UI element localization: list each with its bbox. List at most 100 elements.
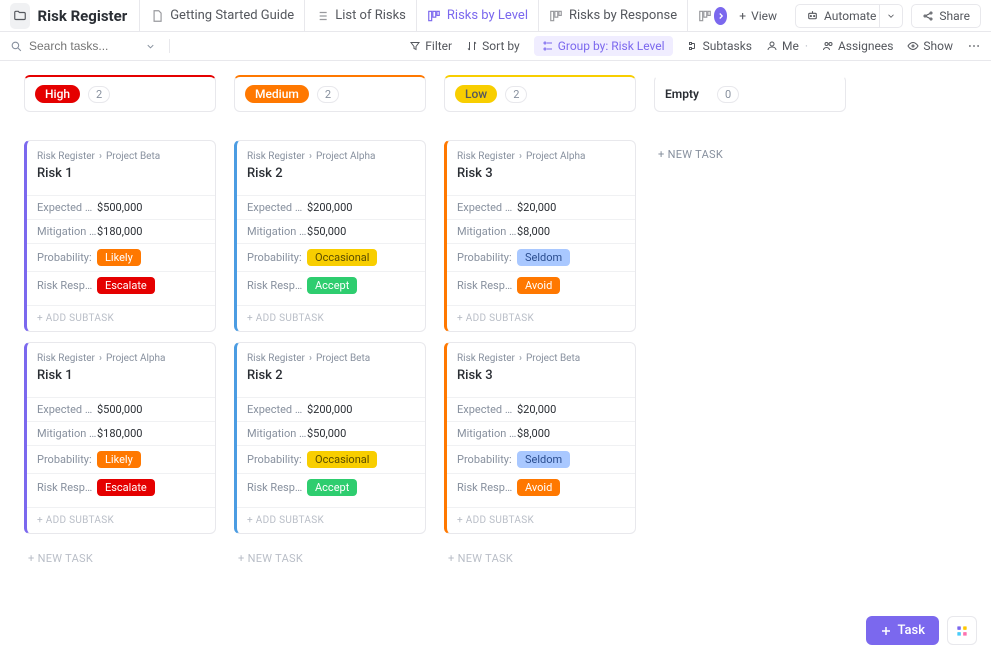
- field-value-cost: $20,000: [517, 403, 556, 416]
- new-task-fab[interactable]: Task: [866, 616, 939, 645]
- automate-dropdown[interactable]: [879, 4, 903, 28]
- tab-risks-by-response[interactable]: Risks by Response: [538, 0, 687, 32]
- more-button[interactable]: [967, 39, 981, 53]
- add-subtask-button[interactable]: + ADD SUBTASK: [237, 305, 425, 331]
- page-title: Risk Register: [38, 7, 128, 25]
- task-card[interactable]: Risk Register›Project Beta Risk 2 Expect…: [234, 342, 426, 534]
- field-value-mitigation: $50,000: [307, 427, 346, 440]
- task-card[interactable]: Risk Register›Project Alpha Risk 2 Expec…: [234, 140, 426, 332]
- field-value-mitigation: $180,000: [97, 225, 142, 238]
- field-label-mitigation: Mitigation …: [247, 427, 307, 440]
- field-label-response: Risk Respo…: [37, 279, 97, 292]
- sort-icon: [466, 40, 478, 52]
- board-icon: [427, 9, 441, 23]
- response-tag: Accept: [307, 479, 357, 496]
- field-label-response: Risk Respo…: [457, 481, 517, 494]
- search-input[interactable]: [29, 39, 139, 53]
- label: Me: [782, 39, 799, 53]
- probability-tag: Likely: [97, 451, 141, 468]
- add-subtask-button[interactable]: + ADD SUBTASK: [27, 305, 215, 331]
- new-task-button[interactable]: + NEW TASK: [24, 544, 216, 573]
- tab-label: Risks by Response: [569, 8, 677, 23]
- show-button[interactable]: Show: [907, 39, 953, 53]
- add-view-button[interactable]: +View: [729, 5, 787, 27]
- field-label-cost: Expected C…: [457, 403, 517, 416]
- search-icon: [10, 40, 23, 53]
- tab-risks-by-level[interactable]: Risks by Level: [416, 0, 538, 32]
- column-header-medium[interactable]: Medium 2: [234, 75, 426, 112]
- chevron-down-icon: [145, 41, 156, 52]
- column-high: High 2 Risk Register›Project Beta Risk 1…: [24, 75, 216, 573]
- tabs-scroll-right[interactable]: [714, 7, 728, 25]
- sort-button[interactable]: Sort by: [466, 39, 520, 53]
- column-count: 2: [88, 86, 110, 103]
- group-by-chip[interactable]: Group by: Risk Level: [534, 36, 673, 56]
- filter-button[interactable]: Filter: [409, 39, 452, 53]
- tab-risks-by-status[interactable]: Risks by Status: [687, 0, 716, 32]
- task-title: Risk 3: [457, 368, 625, 383]
- label: Sort by: [482, 39, 520, 53]
- probability-tag: Likely: [97, 249, 141, 266]
- field-value-cost: $200,000: [307, 201, 352, 214]
- column-medium: Medium 2 Risk Register›Project Alpha Ris…: [234, 75, 426, 573]
- me-button[interactable]: Me·: [766, 39, 808, 53]
- field-value-mitigation: $8,000: [517, 225, 550, 238]
- column-header-high[interactable]: High 2: [24, 75, 216, 112]
- apps-fab[interactable]: [947, 616, 977, 645]
- field-label-probability: Probability:: [457, 453, 517, 466]
- field-label-response: Risk Respo…: [247, 481, 307, 494]
- task-card[interactable]: Risk Register›Project Alpha Risk 1 Expec…: [24, 342, 216, 534]
- tab-getting-started[interactable]: Getting Started Guide: [139, 0, 304, 32]
- new-task-button[interactable]: + NEW TASK: [444, 544, 636, 573]
- field-label-probability: Probability:: [247, 453, 307, 466]
- new-task-button[interactable]: + NEW TASK: [234, 544, 426, 573]
- task-title: Risk 3: [457, 166, 625, 181]
- column-header-low[interactable]: Low 2: [444, 75, 636, 112]
- search-wrap[interactable]: [10, 39, 170, 53]
- field-label-probability: Probability:: [37, 453, 97, 466]
- field-label-response: Risk Respo…: [37, 481, 97, 494]
- task-title: Risk 1: [37, 368, 205, 383]
- plus-icon: +: [739, 9, 746, 23]
- response-tag: Avoid: [517, 277, 560, 294]
- task-card[interactable]: Risk Register›Project Beta Risk 1 Expect…: [24, 140, 216, 332]
- tab-list-of-risks[interactable]: List of Risks: [304, 0, 416, 32]
- share-button[interactable]: Share: [911, 4, 981, 28]
- folder-icon-button[interactable]: [10, 3, 30, 29]
- dots-icon: [967, 39, 981, 53]
- probability-tag: Seldom: [517, 249, 570, 266]
- breadcrumb: Risk Register›Project Beta: [457, 353, 625, 364]
- add-subtask-button[interactable]: + ADD SUBTASK: [27, 507, 215, 533]
- add-subtask-button[interactable]: + ADD SUBTASK: [447, 305, 635, 331]
- subtasks-button[interactable]: Subtasks: [687, 39, 752, 53]
- board-icon: [549, 9, 563, 23]
- folder-icon: [13, 9, 27, 23]
- add-subtask-button[interactable]: + ADD SUBTASK: [447, 507, 635, 533]
- column-empty: Empty 0 + NEW TASK: [654, 75, 846, 169]
- chevron-down-icon: [886, 11, 896, 21]
- task-title: Risk 2: [247, 166, 415, 181]
- filter-icon: [409, 40, 421, 52]
- field-label-cost: Expected C…: [457, 201, 517, 214]
- new-task-button[interactable]: + NEW TASK: [654, 140, 846, 169]
- view-toolbar: Filter Sort by Group by: Risk Level Subt…: [0, 32, 991, 61]
- tab-label: Getting Started Guide: [170, 8, 294, 23]
- task-card[interactable]: Risk Register›Project Beta Risk 3 Expect…: [444, 342, 636, 534]
- field-label-probability: Probability:: [457, 251, 517, 264]
- response-tag: Escalate: [97, 479, 155, 496]
- probability-tag: Seldom: [517, 451, 570, 468]
- task-title: Risk 2: [247, 368, 415, 383]
- field-label-mitigation: Mitigation …: [247, 225, 307, 238]
- task-card[interactable]: Risk Register›Project Alpha Risk 3 Expec…: [444, 140, 636, 332]
- assignees-button[interactable]: Assignees: [822, 39, 893, 53]
- tab-label: List of Risks: [335, 8, 406, 23]
- field-value-mitigation: $8,000: [517, 427, 550, 440]
- add-subtask-button[interactable]: + ADD SUBTASK: [237, 507, 425, 533]
- automate-button[interactable]: Automate: [795, 4, 887, 28]
- label: Assignees: [838, 39, 893, 53]
- column-header-empty[interactable]: Empty 0: [654, 75, 846, 112]
- response-tag: Escalate: [97, 277, 155, 294]
- fab-container: Task: [866, 616, 977, 645]
- list-icon: [315, 9, 329, 23]
- view-tabs: Getting Started Guide List of Risks Risk…: [139, 0, 716, 32]
